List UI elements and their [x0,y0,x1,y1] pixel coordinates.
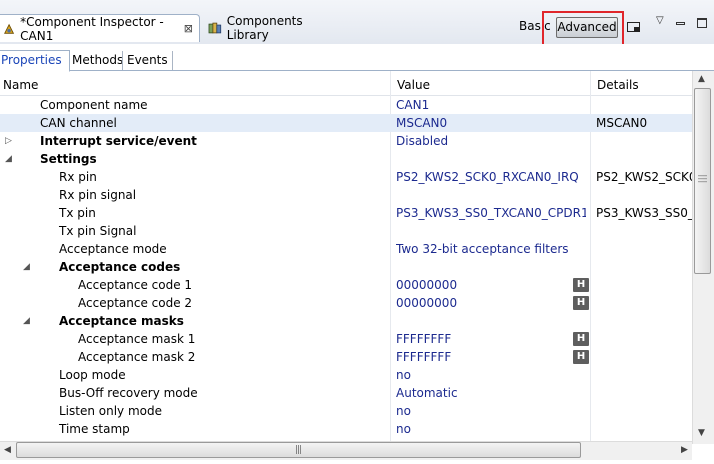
tab-events[interactable]: Events [122,51,173,70]
property-value[interactable]: Two 32-bit acceptance filters [396,240,586,258]
property-value[interactable]: 00000000 [396,276,586,294]
property-value[interactable]: PS3_KWS3_SS0_TXCAN0_CPDR1_XI... [396,204,586,222]
scroll-grip-icon: ― ― ― [698,171,707,187]
property-value[interactable]: MSCAN0 [396,114,586,132]
table-row[interactable]: CAN channel MSCAN0 MSCAN0 [0,114,692,132]
table-row[interactable]: Acceptance mask 1 FFFFFFFF H [0,330,692,348]
property-group-name: Settings [40,152,97,166]
table-row[interactable]: Loop mode no [0,366,692,384]
property-details: MSCAN0 [596,116,648,130]
table-row[interactable]: Acceptance mask 2 FFFFFFFF H [0,348,692,366]
minimize-icon[interactable] [676,22,685,25]
property-name: Loop mode [59,368,126,382]
property-value[interactable]: no [396,366,586,384]
table-row[interactable]: Rx pin PS2_KWS2_SCK0_RXCAN0_IRQ PS2_KWS2… [0,168,692,186]
property-name: Component name [40,98,148,112]
property-value[interactable]: PS2_KWS2_SCK0_RXCAN0_IRQ [396,168,586,186]
table-row[interactable]: Acceptance code 1 00000000 H [0,276,692,294]
property-name: Bus-Off recovery mode [59,386,198,400]
collapse-arrow-icon[interactable]: ◢ [23,312,30,330]
table-row[interactable]: Bus-Off recovery mode Automatic [0,384,692,402]
property-details: PS3_KWS3_SS0_TX [596,206,692,220]
view-layout-icon[interactable] [627,22,640,32]
table-row[interactable]: ▷ Interrupt service/event Disabled [0,132,692,150]
property-value[interactable]: FFFFFFFF [396,330,586,348]
hex-edit-button[interactable]: H [573,278,589,292]
property-group-name: Interrupt service/event [40,134,197,148]
scroll-up-icon[interactable]: ▲ [698,74,705,84]
property-group-name: Acceptance codes [59,260,181,274]
property-value[interactable]: Automatic [396,384,586,402]
property-details: PS2_KWS2_SCK0_R [596,170,692,184]
tab-component-inspector[interactable]: *Component Inspector - CAN1 ⊠ [0,14,200,43]
property-value[interactable]: CAN1 [396,96,586,114]
hex-edit-button[interactable]: H [573,350,589,364]
table-row[interactable]: Time stamp no [0,420,692,438]
property-name: Rx pin [59,170,97,184]
column-header-name[interactable]: Name [3,78,38,92]
tab-components-library-label: Components Library [226,14,303,42]
property-value[interactable]: FFFFFFFF [396,348,586,366]
table-row[interactable]: Tx pin Signal [0,222,692,240]
hex-edit-button[interactable]: H [573,332,589,346]
expand-arrow-icon[interactable]: ▷ [5,132,12,150]
table-row[interactable]: ◢ Settings [0,150,692,168]
component-inspector-icon [4,23,15,34]
property-group-name: Acceptance masks [59,314,184,328]
property-name: Listen only mode [59,404,163,418]
property-name: CAN channel [40,116,117,130]
property-value[interactable]: 00000000 [396,294,586,312]
property-value[interactable]: no [396,420,586,438]
tab-properties[interactable]: Properties [0,50,70,72]
property-name: Tx pin [59,206,96,220]
table-row[interactable]: Acceptance mode Two 32-bit acceptance fi… [0,240,692,258]
tab-methods[interactable]: Methods [68,51,127,70]
table-row[interactable]: Rx pin signal [0,186,692,204]
close-icon[interactable]: ⊠ [184,22,193,35]
column-header-value[interactable]: Value [397,78,430,92]
scroll-right-icon[interactable]: ▶ [681,445,688,455]
property-name: Acceptance mask 1 [78,332,196,346]
hex-edit-button[interactable]: H [573,296,589,310]
scroll-left-icon[interactable]: ◀ [4,445,11,455]
property-name: Rx pin signal [59,188,137,202]
property-name: Acceptance code 1 [78,278,193,292]
maximize-icon[interactable] [697,18,707,28]
table-row[interactable]: ◢ Acceptance masks [0,312,692,330]
view-menu-icon[interactable]: ▽ [656,15,664,26]
components-library-icon [208,22,222,34]
table-row[interactable]: Component name CAN1 [0,96,692,114]
tab-component-inspector-label: *Component Inspector - CAN1 [20,14,164,43]
property-value[interactable]: no [396,402,586,420]
property-name: Time stamp [59,422,130,436]
collapse-arrow-icon[interactable]: ◢ [5,150,12,168]
table-row[interactable]: Acceptance code 2 00000000 H [0,294,692,312]
column-header-details[interactable]: Details [597,78,639,92]
table-row[interactable]: Tx pin PS3_KWS3_SS0_TXCAN0_CPDR1_XI... P… [0,204,692,222]
property-name: Acceptance code 2 [78,296,193,310]
table-row[interactable]: ◢ Acceptance codes [0,258,692,276]
scroll-down-icon[interactable]: ▼ [698,428,705,438]
property-name: Acceptance mode [59,242,167,256]
collapse-arrow-icon[interactable]: ◢ [23,258,30,276]
scroll-grip-icon: ||| [295,445,302,455]
property-name: Tx pin Signal [59,224,137,238]
table-row[interactable]: Listen only mode no [0,402,692,420]
property-value[interactable]: Disabled [396,132,586,150]
property-name: Acceptance mask 2 [78,350,196,364]
table-header [0,71,692,96]
tab-components-library[interactable]: Components Library [202,14,352,42]
